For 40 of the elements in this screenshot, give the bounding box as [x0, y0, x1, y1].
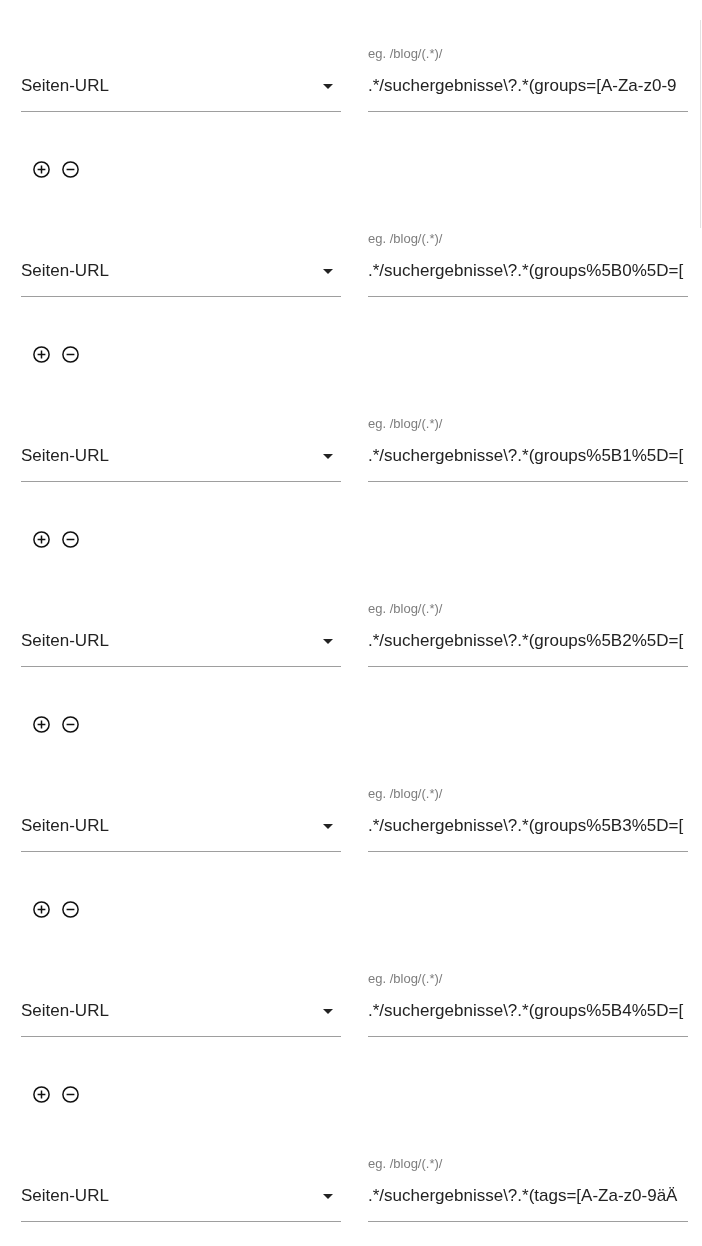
- plus-circle-icon[interactable]: [33, 531, 50, 548]
- field-label: eg. /blog/(.*)/: [368, 47, 443, 61]
- caret-icon: [323, 268, 333, 274]
- plus-circle-icon[interactable]: [33, 161, 50, 178]
- caret-icon: [323, 83, 333, 89]
- minus-circle-icon[interactable]: [62, 531, 79, 548]
- pattern-field[interactable]: eg. /blog/(.*)/ .*/suchergebnisse\?.*(groups%5B1%5D=[: [368, 417, 688, 482]
- plus-circle-icon[interactable]: [33, 346, 50, 363]
- caret-icon: [323, 638, 333, 644]
- minus-circle-icon[interactable]: [62, 716, 79, 733]
- minus-circle-icon[interactable]: [62, 901, 79, 918]
- match-type-select[interactable]: Seiten-URL: [21, 1171, 341, 1222]
- field-label: eg. /blog/(.*)/: [368, 602, 443, 616]
- match-type-select[interactable]: Seiten-URL: [21, 246, 341, 297]
- match-type-select[interactable]: Seiten-URL: [21, 616, 341, 667]
- pattern-field[interactable]: eg. /blog/(.*)/ .*/suchergebnisse\?.*(groups=[A-Za-z0-9: [368, 47, 688, 112]
- minus-circle-icon[interactable]: [62, 346, 79, 363]
- plus-circle-icon[interactable]: [33, 716, 50, 733]
- plus-circle-icon[interactable]: [33, 901, 50, 918]
- field-label: eg. /blog/(.*)/: [368, 1157, 443, 1171]
- pattern-field[interactable]: eg. /blog/(.*)/ .*/suchergebnisse\?.*(groups%5B4%5D=[: [368, 972, 688, 1037]
- field-label: eg. /blog/(.*)/: [368, 787, 443, 801]
- match-type-select[interactable]: Seiten-URL: [21, 986, 341, 1037]
- pattern-field[interactable]: eg. /blog/(.*)/ .*/suchergebnisse\?.*(groups%5B3%5D=[: [368, 787, 688, 852]
- match-type-select[interactable]: Seiten-URL: [21, 801, 341, 852]
- field-label: eg. /blog/(.*)/: [368, 232, 443, 246]
- caret-icon: [323, 453, 333, 459]
- minus-circle-icon[interactable]: [62, 161, 79, 178]
- caret-icon: [323, 1193, 333, 1199]
- caret-icon: [323, 823, 333, 829]
- pattern-field[interactable]: eg. /blog/(.*)/ .*/suchergebnisse\?.*(groups%5B0%5D=[: [368, 232, 688, 297]
- pattern-field[interactable]: eg. /blog/(.*)/ .*/suchergebnisse\?.*(groups%5B2%5D=[: [368, 602, 688, 667]
- pattern-field[interactable]: eg. /blog/(.*)/ .*/suchergebnisse\?.*(tags=[A-Za-z0-9äÄ: [368, 1157, 688, 1222]
- match-type-select[interactable]: Seiten-URL: [21, 61, 341, 112]
- plus-circle-icon[interactable]: [33, 1086, 50, 1103]
- match-type-select[interactable]: Seiten-URL: [21, 431, 341, 482]
- minus-circle-icon[interactable]: [62, 1086, 79, 1103]
- field-label: eg. /blog/(.*)/: [368, 417, 443, 431]
- field-label: eg. /blog/(.*)/: [368, 972, 443, 986]
- caret-icon: [323, 1008, 333, 1014]
